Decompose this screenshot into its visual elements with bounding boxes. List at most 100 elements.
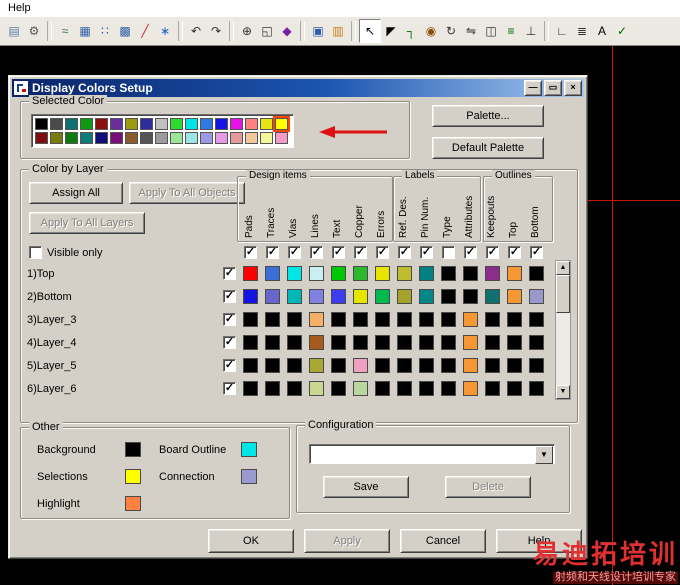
layer-color-swatch[interactable] <box>529 266 544 281</box>
palette-color-swatch[interactable] <box>50 118 63 130</box>
palette-color-swatch[interactable] <box>140 132 153 144</box>
layer-color-swatch[interactable] <box>375 312 390 327</box>
layer-color-swatch[interactable] <box>529 335 544 350</box>
layer-color-swatch[interactable] <box>243 358 258 373</box>
apply-button[interactable]: Apply <box>304 529 390 553</box>
via-icon[interactable]: ◉ <box>421 20 441 42</box>
layer-color-swatch[interactable] <box>287 266 302 281</box>
menu-help[interactable]: Help <box>6 2 33 14</box>
column-checkbox[interactable]: ✓ <box>376 246 389 259</box>
layer-color-swatch[interactable] <box>353 289 368 304</box>
zoom-icon[interactable]: ⊕ <box>237 20 257 42</box>
layer-color-swatch[interactable] <box>287 335 302 350</box>
layer-color-swatch[interactable] <box>529 381 544 396</box>
layer-color-swatch[interactable] <box>309 335 324 350</box>
palette-color-swatch[interactable] <box>65 118 78 130</box>
layer-color-swatch[interactable] <box>463 381 478 396</box>
layer-color-swatch[interactable] <box>441 289 456 304</box>
layer-color-swatch[interactable] <box>265 381 280 396</box>
palette-color-swatch[interactable] <box>65 132 78 144</box>
layer-color-swatch[interactable] <box>507 289 522 304</box>
layer-color-swatch[interactable] <box>397 289 412 304</box>
layer-color-swatch[interactable] <box>441 358 456 373</box>
board-outline-color-swatch[interactable] <box>241 442 257 457</box>
column-checkbox[interactable]: ✓ <box>332 246 345 259</box>
palette-color-swatch[interactable] <box>95 118 108 130</box>
column-checkbox[interactable]: ✓ <box>288 246 301 259</box>
connection-color-swatch[interactable] <box>241 469 257 484</box>
layer-checkbox[interactable]: ✓ <box>223 336 236 349</box>
layer-color-swatch[interactable] <box>463 358 478 373</box>
layer-color-swatch[interactable] <box>309 358 324 373</box>
column-checkbox[interactable]: ✓ <box>508 246 521 259</box>
bus-icon[interactable]: ≡ <box>501 20 521 42</box>
palette-color-swatch[interactable] <box>50 132 63 144</box>
layer-color-swatch[interactable] <box>331 289 346 304</box>
layer-color-swatch[interactable] <box>529 289 544 304</box>
pattern-grid-icon[interactable]: ▩ <box>115 20 135 42</box>
layer-checkbox[interactable]: ✓ <box>223 382 236 395</box>
configuration-select[interactable]: ▼ <box>309 444 555 464</box>
layer-color-swatch[interactable] <box>419 266 434 281</box>
dots-grid-icon[interactable]: ∷ <box>95 20 115 42</box>
selected-color-swatch[interactable] <box>273 116 290 132</box>
palette-color-swatch[interactable] <box>260 118 273 130</box>
layer-color-swatch[interactable] <box>331 358 346 373</box>
layer-color-swatch[interactable] <box>529 358 544 373</box>
layer-color-swatch[interactable] <box>485 266 500 281</box>
layer-color-swatch[interactable] <box>375 266 390 281</box>
layer-color-swatch[interactable] <box>375 289 390 304</box>
layer-color-swatch[interactable] <box>485 335 500 350</box>
undo-icon[interactable]: ↶ <box>186 20 206 42</box>
layer-color-swatch[interactable] <box>287 358 302 373</box>
layer-color-swatch[interactable] <box>485 312 500 327</box>
palette-color-swatch[interactable] <box>140 118 153 130</box>
layer-color-swatch[interactable] <box>441 381 456 396</box>
maximize-button[interactable]: ▭ <box>544 80 562 96</box>
palette-color-swatch[interactable] <box>110 118 123 130</box>
layer-color-swatch[interactable] <box>485 289 500 304</box>
layer-color-swatch[interactable] <box>243 289 258 304</box>
palette-color-swatch[interactable] <box>155 132 168 144</box>
layer-color-swatch[interactable] <box>265 358 280 373</box>
layer-color-swatch[interactable] <box>265 289 280 304</box>
check-icon[interactable]: ✓ <box>612 20 632 42</box>
layer-checkbox[interactable]: ✓ <box>223 359 236 372</box>
layer-color-swatch[interactable] <box>441 335 456 350</box>
palette-color-swatch[interactable] <box>125 132 138 144</box>
layer-color-swatch[interactable] <box>419 335 434 350</box>
route-trace-icon[interactable]: ┐ <box>401 20 421 42</box>
layer-color-swatch[interactable] <box>331 335 346 350</box>
delete-button[interactable]: Delete <box>445 476 531 498</box>
column-checkbox[interactable]: ✓ <box>266 246 279 259</box>
palette-color-swatch[interactable] <box>35 118 48 130</box>
gear-icon[interactable]: ⚙ <box>24 20 44 42</box>
layer-color-swatch[interactable] <box>463 289 478 304</box>
select-alt-icon[interactable]: ◤ <box>381 20 401 42</box>
layer-color-swatch[interactable] <box>375 381 390 396</box>
align-icon[interactable]: ≣ <box>572 20 592 42</box>
palette-color-swatch[interactable] <box>230 132 243 144</box>
layer-color-swatch[interactable] <box>375 358 390 373</box>
layer-color-swatch[interactable] <box>507 358 522 373</box>
layer-color-swatch[interactable] <box>353 312 368 327</box>
column-checkbox[interactable]: ✓ <box>420 246 433 259</box>
layer-color-swatch[interactable] <box>507 266 522 281</box>
layer-color-swatch[interactable] <box>353 358 368 373</box>
layer-color-swatch[interactable] <box>243 335 258 350</box>
column-checkbox[interactable]: ✓ <box>464 246 477 259</box>
ok-button[interactable]: OK <box>208 529 294 553</box>
layer-checkbox[interactable]: ✓ <box>223 313 236 326</box>
board-extents-icon[interactable]: ◱ <box>257 20 277 42</box>
scroll-down-icon[interactable]: ▼ <box>556 385 570 399</box>
column-checkbox[interactable]: ✓ <box>244 246 257 259</box>
redo-icon[interactable]: ↷ <box>206 20 226 42</box>
palette-button[interactable]: Palette... <box>432 105 544 127</box>
layer-color-swatch[interactable] <box>419 358 434 373</box>
layer-color-swatch[interactable] <box>331 312 346 327</box>
text-icon[interactable]: A <box>592 20 612 42</box>
layer-color-swatch[interactable] <box>309 289 324 304</box>
layer-color-swatch[interactable] <box>419 289 434 304</box>
layer-color-swatch[interactable] <box>287 381 302 396</box>
snowflake-icon[interactable]: ∗ <box>155 20 175 42</box>
